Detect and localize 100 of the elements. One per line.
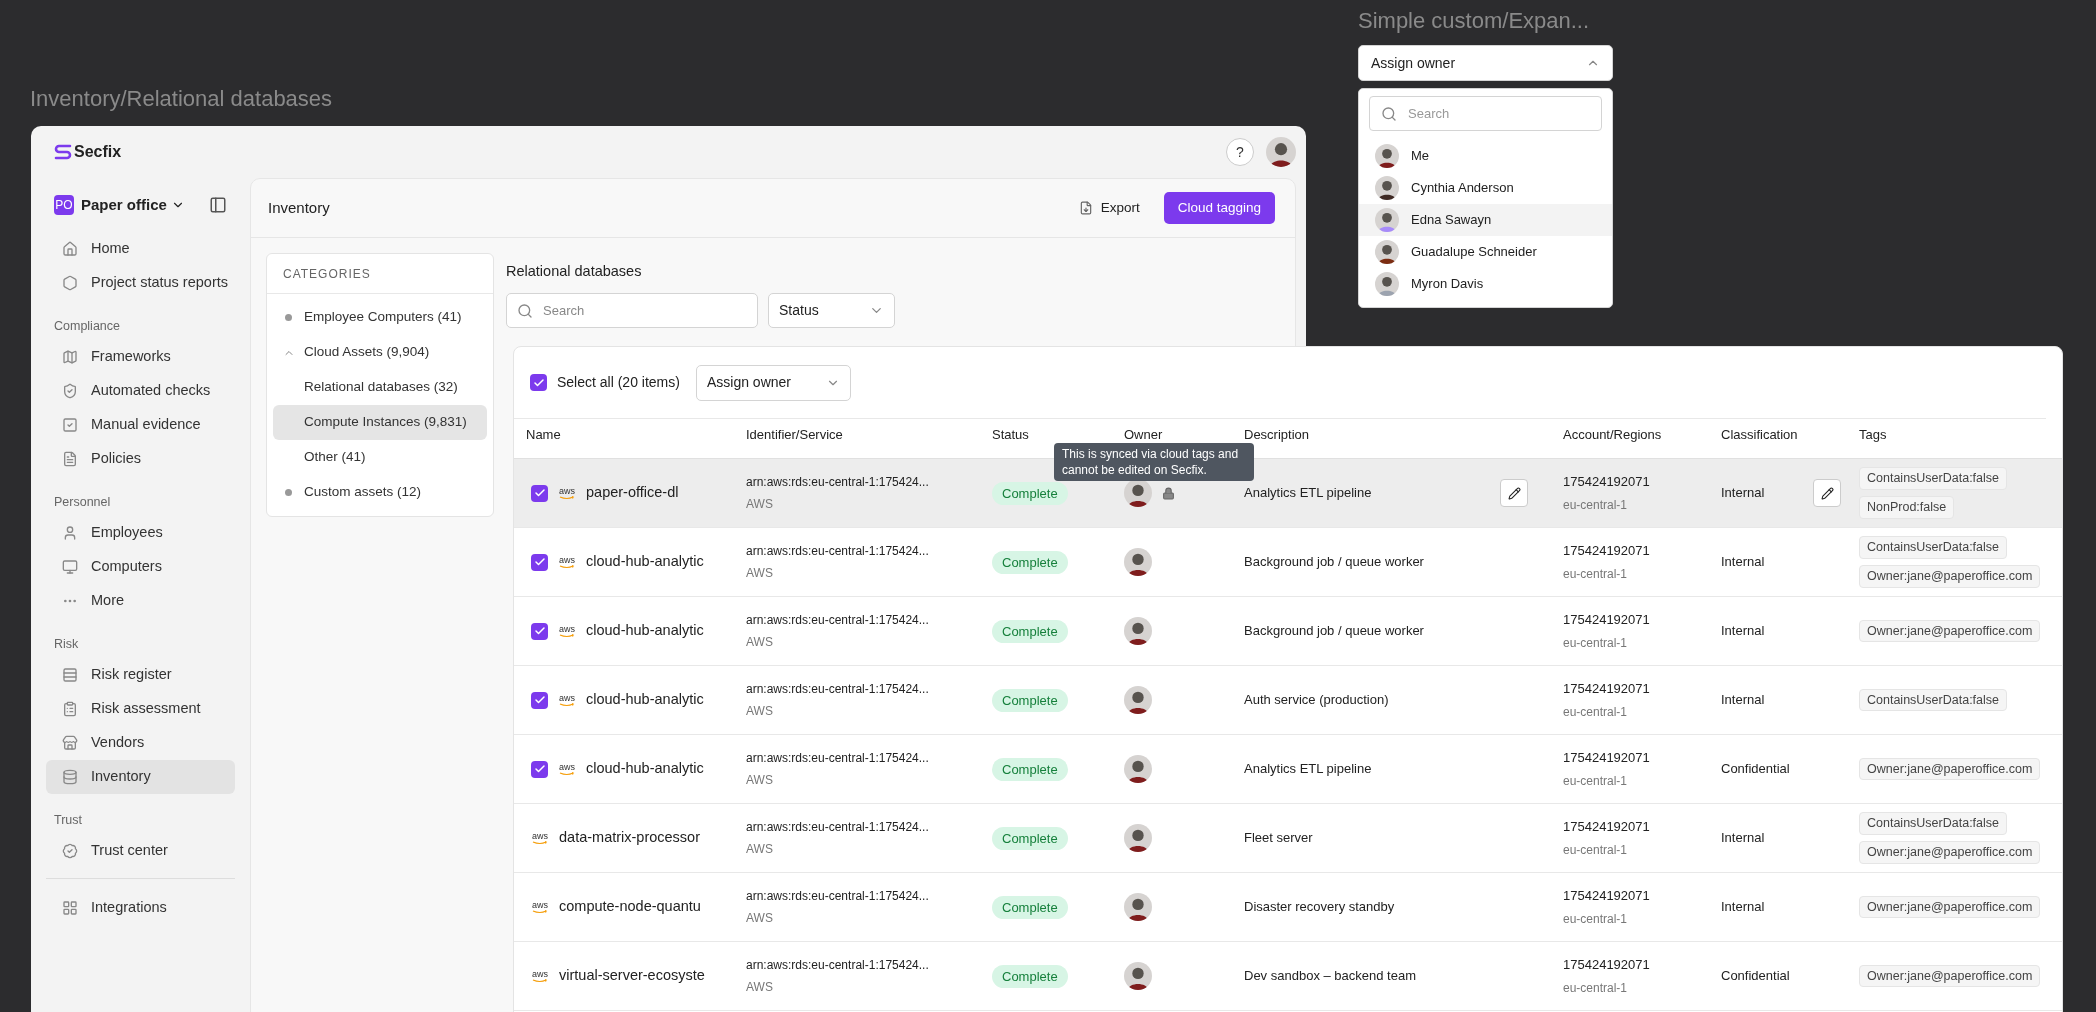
nav-item[interactable]: Computers [46, 550, 235, 584]
asset-name: cloud-hub-analytic [586, 690, 704, 710]
edit-button[interactable] [1500, 479, 1528, 507]
edit-button[interactable] [1813, 479, 1841, 507]
asset-name: compute-node-quantu [559, 897, 701, 917]
map-icon [62, 349, 78, 365]
nav-item[interactable]: Frameworks [46, 340, 235, 374]
nav-item[interactable]: Employees [46, 516, 235, 550]
nav-item[interactable]: Risk assessment [46, 692, 235, 726]
nav-item[interactable]: Policies [46, 442, 235, 476]
nav-item[interactable]: Manual evidence [46, 408, 235, 442]
tag: ContainsUserData:false [1859, 812, 2007, 835]
assign-owner-dropdown[interactable]: Assign owner [1358, 45, 1613, 81]
region: eu-central-1 [1563, 772, 1629, 790]
nav-item[interactable]: Trust center [46, 834, 235, 868]
category-item[interactable]: Other (41) [273, 440, 487, 475]
owner-option[interactable]: Guadalupe Schneider [1359, 236, 1612, 268]
owner-option[interactable]: Cynthia Anderson [1359, 172, 1612, 204]
tag: Owner:jane@paperoffice.com [1859, 757, 2041, 781]
avatar [1375, 240, 1399, 264]
account-id: 175424192071 [1563, 749, 1651, 768]
frame-title: Inventory/Relational databases [30, 85, 333, 113]
column-header: Name [525, 426, 562, 444]
classification: Internal [1721, 484, 1765, 503]
nav-item[interactable]: Integrations [46, 891, 235, 925]
identifier: arn:aws:rds:eu-central-1:175424... [746, 888, 930, 905]
owner-option[interactable]: Me [1359, 140, 1612, 172]
search-field[interactable]: Search [1369, 96, 1602, 131]
assign-owner-dropdown[interactable]: Assign owner [695, 364, 851, 401]
nav-section-heading: Risk [53, 635, 80, 653]
owner-option[interactable]: Edna Sawayn [1359, 204, 1612, 236]
check-icon [533, 694, 546, 706]
nav-item[interactable]: Vendors [46, 726, 235, 760]
avatar [1124, 617, 1152, 645]
tag: Owner:jane@paperoffice.com [1859, 841, 2041, 864]
search-field[interactable]: Search [506, 292, 758, 328]
aws-logo: aws [558, 624, 576, 638]
status-pill: Complete [992, 757, 1068, 782]
aws-logo: aws [558, 693, 576, 707]
nav-item[interactable]: Risk register [46, 658, 235, 692]
nav-item[interactable]: Home [46, 232, 235, 266]
account-id: 175424192071 [1563, 680, 1651, 699]
description: Background job / queue worker [1244, 622, 1424, 641]
nav-section-heading: Compliance [53, 317, 121, 335]
service: AWS [746, 841, 774, 858]
account-id: 175424192071 [1563, 542, 1651, 561]
checkbox[interactable] [531, 691, 548, 709]
owner-option[interactable]: Myron Davis [1359, 268, 1612, 300]
description: Background job / queue worker [1244, 553, 1424, 572]
export-button[interactable]: Export [1072, 192, 1146, 224]
column-header: Classification [1721, 426, 1799, 444]
region: eu-central-1 [1563, 496, 1629, 514]
check-icon [533, 625, 546, 637]
category-item[interactable]: Compute Instances (9,831) [273, 405, 487, 440]
classification: Internal [1721, 691, 1765, 710]
nav-item[interactable]: Inventory [46, 760, 235, 794]
avatar [1124, 824, 1152, 852]
grid-icon [62, 900, 78, 916]
description: Dev sandbox – backend team [1244, 967, 1416, 986]
checkbox[interactable] [531, 760, 548, 778]
help-button[interactable]: ? [1226, 138, 1254, 166]
status-dropdown[interactable]: Status [768, 292, 895, 328]
column-header: Owner [1124, 426, 1164, 444]
status-pill: Complete [992, 619, 1068, 644]
checkbox[interactable] [530, 374, 547, 391]
nav-item[interactable]: More [46, 584, 235, 618]
tag: NonProd:false [1859, 496, 1955, 519]
asset-name: paper-office-dl [586, 483, 679, 503]
checkbox[interactable] [531, 553, 548, 571]
service: AWS [746, 565, 774, 582]
asset-name: cloud-hub-analytic [586, 621, 704, 641]
avatar [1375, 208, 1399, 232]
identifier: arn:aws:rds:eu-central-1:175424... [746, 681, 930, 698]
nav-item[interactable]: Project status reports [46, 266, 235, 300]
asset-name: cloud-hub-analytic [586, 552, 704, 572]
classification: Confidential [1721, 760, 1790, 779]
category-item[interactable]: Employee Computers (41) [273, 300, 487, 335]
account-id: 175424192071 [1563, 818, 1651, 837]
avatar [1266, 137, 1296, 167]
tag: Owner:jane@paperoffice.com [1859, 895, 2041, 919]
category-item[interactable]: Custom assets (12) [273, 475, 487, 510]
account-id: 175424192071 [1563, 887, 1651, 906]
checkbox[interactable] [531, 622, 548, 640]
tag: Owner:jane@paperoffice.com [1859, 619, 2041, 643]
org-switcher[interactable]: Paper office [81, 193, 185, 217]
store-icon [62, 735, 78, 751]
check-icon [533, 763, 546, 775]
badge-check-icon [62, 843, 78, 859]
service: AWS [746, 634, 774, 651]
panel-toggle-icon[interactable] [209, 196, 227, 214]
category-item[interactable]: Cloud Assets (9,904) [273, 335, 487, 370]
avatar [1124, 893, 1152, 921]
check-icon [533, 487, 546, 499]
aws-logo: aws [531, 831, 549, 845]
checkbox[interactable] [531, 484, 548, 502]
identifier: arn:aws:rds:eu-central-1:175424... [746, 750, 930, 767]
tag: ContainsUserData:false [1859, 467, 2007, 490]
nav-item[interactable]: Automated checks [46, 374, 235, 408]
cloud-tagging-button[interactable]: Cloud tagging [1163, 192, 1275, 224]
category-item[interactable]: Relational databases (32) [273, 370, 487, 405]
